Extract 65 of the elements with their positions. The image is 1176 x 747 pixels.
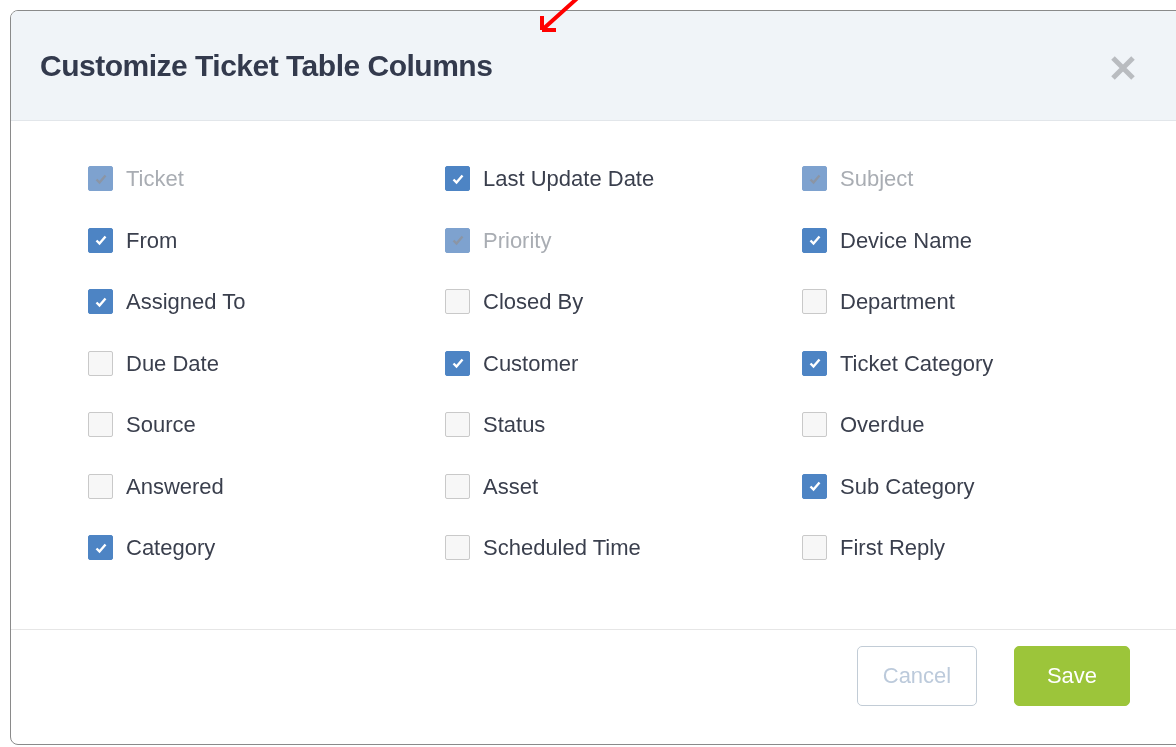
- checkbox-label: Closed By: [483, 289, 584, 314]
- check-icon: [450, 233, 465, 247]
- check-icon: [93, 233, 108, 247]
- checkbox[interactable]: [802, 350, 827, 376]
- column-checkbox[interactable]: Category: [88, 535, 445, 563]
- column-checkbox[interactable]: Last Update Date: [445, 166, 802, 194]
- checkbox-label: First Reply: [840, 535, 946, 560]
- check-icon: [807, 479, 822, 493]
- check-icon: [807, 356, 822, 370]
- check-icon: [450, 356, 465, 370]
- checkbox-label: Ticket Category: [840, 350, 994, 376]
- column-checkbox[interactable]: Overdue: [802, 412, 1159, 440]
- column-checkbox[interactable]: Due Date: [88, 350, 445, 379]
- dialog-title: Customize Ticket Table Columns: [40, 48, 493, 83]
- checkbox-label: Assigned To: [126, 289, 246, 314]
- column-checkbox[interactable]: First Reply: [802, 535, 1159, 563]
- checkbox-label: Status: [483, 412, 546, 437]
- checkbox-label: Device Name: [840, 227, 973, 253]
- checkbox[interactable]: [445, 412, 470, 437]
- checkbox-label: Priority: [483, 227, 552, 253]
- checkbox-label: Due Date: [126, 350, 219, 376]
- column-checkbox[interactable]: Asset: [445, 473, 802, 502]
- checkbox-label: Asset: [483, 473, 539, 499]
- column-checkbox[interactable]: Answered: [88, 473, 445, 502]
- column-checkbox[interactable]: Sub Category: [802, 473, 1159, 502]
- checkbox[interactable]: [802, 473, 827, 499]
- column-checkbox[interactable]: From: [88, 227, 445, 256]
- column-checkbox[interactable]: Department: [802, 289, 1159, 317]
- column-checkbox[interactable]: Scheduled Time: [445, 535, 802, 563]
- checkbox-label: Ticket: [126, 166, 184, 191]
- checkbox[interactable]: [88, 350, 113, 376]
- checkbox[interactable]: [88, 412, 113, 437]
- column-checkbox[interactable]: Assigned To: [88, 289, 445, 317]
- checkbox[interactable]: [802, 412, 827, 437]
- checkbox-label: Department: [840, 289, 955, 314]
- checkbox[interactable]: [445, 473, 470, 499]
- checkbox-label: Subject: [840, 166, 914, 191]
- checkbox-label: From: [126, 227, 178, 253]
- checkbox[interactable]: [88, 227, 113, 253]
- checkbox[interactable]: [802, 227, 827, 253]
- check-icon: [807, 233, 822, 247]
- column-checkbox[interactable]: Device Name: [802, 227, 1159, 256]
- checkbox[interactable]: [445, 289, 470, 314]
- checkbox-label: Sub Category: [840, 473, 975, 499]
- checkbox[interactable]: [445, 535, 470, 560]
- checkbox[interactable]: [445, 166, 470, 191]
- checkbox[interactable]: [88, 289, 113, 314]
- column-checkbox[interactable]: Customer: [445, 350, 802, 379]
- checkbox[interactable]: [88, 535, 113, 560]
- checkbox-label: Customer: [483, 350, 579, 376]
- checkbox[interactable]: [88, 473, 113, 499]
- checkbox-label: Overdue: [840, 412, 925, 437]
- column-checkbox[interactable]: Source: [88, 412, 445, 440]
- checkbox[interactable]: [445, 350, 470, 376]
- checkbox-label: Scheduled Time: [483, 535, 641, 560]
- column-checkbox[interactable]: Ticket Category: [802, 350, 1159, 379]
- checkbox-label: Source: [126, 412, 196, 437]
- checkbox-label: Category: [126, 535, 216, 560]
- column-checkbox[interactable]: Status: [445, 412, 802, 440]
- checkbox-label: Answered: [126, 473, 224, 499]
- close-icon[interactable]: [1110, 55, 1136, 81]
- checkbox[interactable]: [802, 289, 827, 314]
- checkbox[interactable]: [802, 535, 827, 560]
- checkbox-label: Last Update Date: [483, 166, 655, 191]
- column-checkbox[interactable]: Closed By: [445, 289, 802, 317]
